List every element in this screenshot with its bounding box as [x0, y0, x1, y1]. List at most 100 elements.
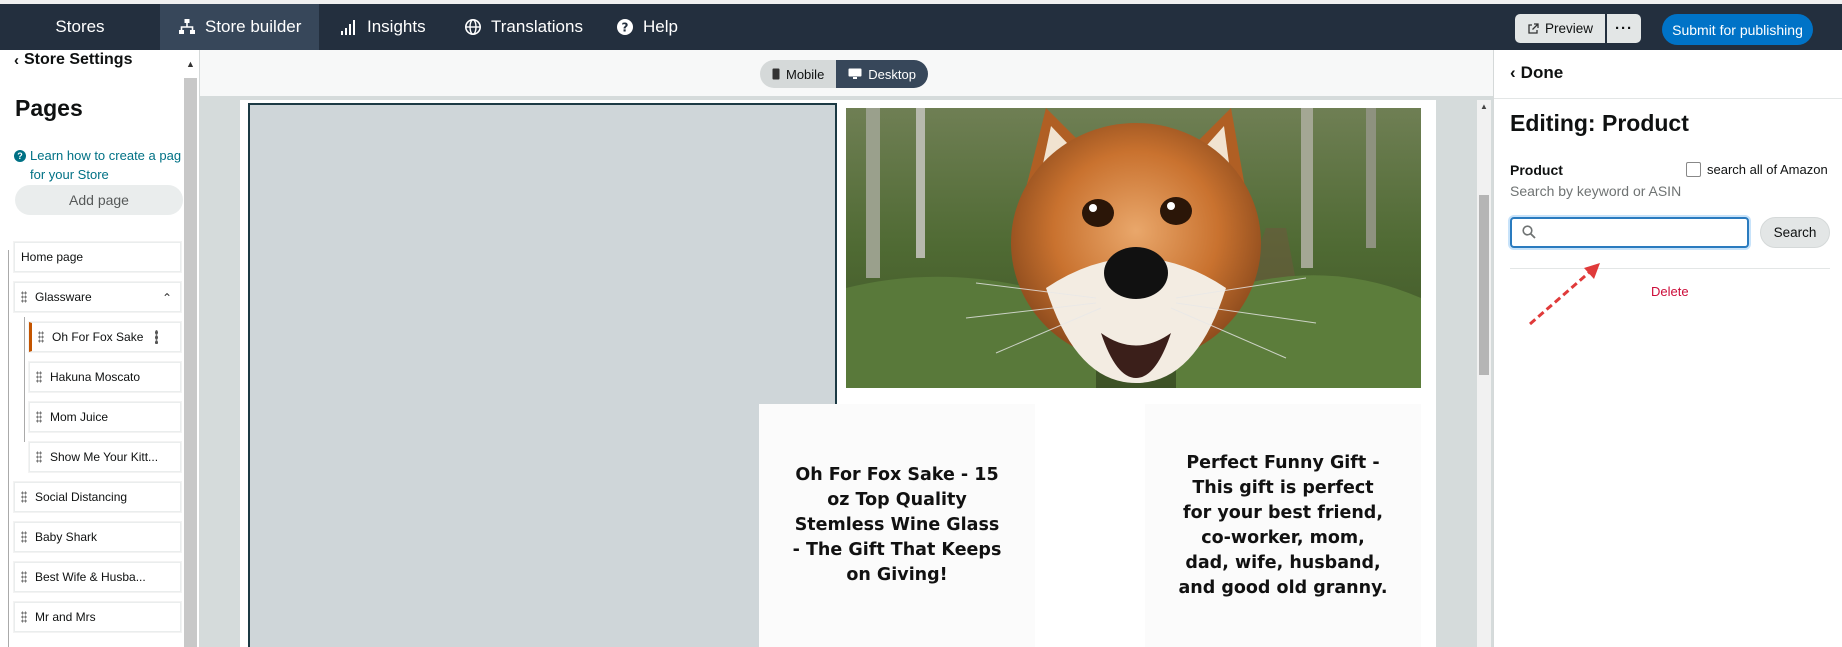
done-label: Done: [1520, 63, 1564, 82]
page-item-mom-juice[interactable]: Mom Juice: [29, 402, 181, 432]
checkbox-icon[interactable]: [1686, 162, 1701, 177]
scroll-up-arrow-icon[interactable]: ▲: [1480, 102, 1488, 111]
learn-link-line-2: for your Store: [30, 167, 109, 182]
scroll-up-arrow-icon[interactable]: ▲: [184, 50, 197, 78]
search-icon: [1522, 225, 1536, 239]
page-item-label: Show Me Your Kitt...: [50, 450, 159, 464]
tile-text: Perfect Funny Gift - This gift is perfec…: [1178, 452, 1388, 598]
product-search-input[interactable]: [1542, 222, 1742, 243]
help-circle-icon: ?: [14, 150, 26, 162]
fox-photo-icon: [846, 108, 1421, 388]
editor-panel: ‹ Done Editing: Product Product search a…: [1493, 50, 1842, 647]
preview-label: Preview: [1544, 21, 1593, 36]
search-all-label: search all of Amazon: [1707, 162, 1828, 177]
page-item-oh-for-fox-sake[interactable]: Oh For Fox Sake: [29, 322, 181, 352]
product-field-label: Product: [1510, 162, 1563, 178]
drag-handle-icon[interactable]: [36, 371, 42, 383]
pages-heading: Pages: [15, 95, 83, 121]
product-search-field[interactable]: [1510, 217, 1749, 248]
tab-translations-label: Translations: [491, 17, 583, 36]
page-item-social-distancing[interactable]: Social Distancing: [14, 482, 181, 512]
page-preview: Oh For Fox Sake - 15 oz Top Quality Stem…: [240, 100, 1436, 647]
globe-icon: [465, 19, 481, 35]
tree-line: [24, 317, 25, 442]
drag-handle-icon[interactable]: [21, 491, 27, 503]
drag-handle-icon[interactable]: [38, 331, 44, 343]
sitemap-icon: [179, 19, 195, 34]
search-button[interactable]: Search: [1760, 217, 1830, 248]
page-item-label: Oh For Fox Sake: [52, 330, 144, 344]
desktop-view-button[interactable]: Desktop: [836, 60, 928, 88]
drag-handle-icon[interactable]: [36, 411, 42, 423]
external-link-icon: [1528, 22, 1539, 34]
page-item-home[interactable]: Home page: [14, 242, 181, 272]
add-page-button[interactable]: Add page: [15, 185, 183, 215]
desktop-label: Desktop: [868, 66, 916, 82]
help-icon: ?: [617, 19, 633, 35]
chevron-left-icon: ‹: [1510, 63, 1516, 82]
tab-store-builder[interactable]: Store builder: [160, 4, 320, 50]
preview-stage: Oh For Fox Sake - 15 oz Top Quality Stem…: [200, 96, 1493, 647]
chevron-up-icon[interactable]: ⌃: [162, 291, 172, 305]
page-item-label: Mr and Mrs: [35, 610, 96, 624]
mobile-label: Mobile: [786, 66, 825, 82]
editing-title: Editing: Product: [1510, 110, 1689, 136]
page-item-show-me-your-kitties[interactable]: Show Me Your Kitt...: [29, 442, 181, 472]
phone-icon: [772, 68, 780, 80]
chevron-left-icon: ‹: [14, 51, 19, 69]
learn-link-line-1: Learn how to create a pag: [30, 148, 182, 163]
selected-product-tile[interactable]: [248, 103, 837, 647]
tab-help[interactable]: ? Help: [598, 4, 696, 50]
search-all-amazon-checkbox[interactable]: search all of Amazon: [1686, 162, 1828, 177]
page-item-label: Best Wife & Husba...: [35, 570, 146, 584]
top-navigation: Stores Store builder Insights Translatio…: [0, 0, 1842, 50]
product-description-tile-2[interactable]: Perfect Funny Gift - This gift is perfec…: [1145, 404, 1421, 647]
tab-help-label: Help: [643, 17, 678, 36]
kebab-menu-icon[interactable]: [155, 330, 158, 344]
sidebar-scrollbar[interactable]: [184, 78, 197, 647]
done-back-link[interactable]: ‹ Done: [1510, 63, 1563, 83]
tab-insights[interactable]: Insights: [322, 4, 444, 50]
scrollbar-thumb[interactable]: [1479, 195, 1489, 375]
pages-sidebar: ‹ Store Settings ▲ Pages ? Learn how to …: [0, 50, 200, 647]
tree-line: [8, 250, 9, 647]
page-item-glassware[interactable]: Glassware ⌃: [14, 282, 181, 312]
drag-handle-icon[interactable]: [36, 451, 42, 463]
canvas-scrollbar[interactable]: ▲: [1477, 100, 1491, 647]
more-options-button[interactable]: ···: [1607, 14, 1641, 43]
drag-handle-icon[interactable]: [21, 571, 27, 583]
annotation-arrow-icon: [1529, 263, 1600, 326]
search-hint: Search by keyword or ASIN: [1510, 183, 1682, 199]
tile-text: Oh For Fox Sake - 15 oz Top Quality Stem…: [792, 465, 1002, 585]
delete-link[interactable]: Delete: [1651, 284, 1689, 299]
page-item-label: Baby Shark: [35, 530, 98, 544]
learn-create-page-link[interactable]: ? Learn how to create a pag for your Sto…: [14, 146, 184, 184]
submit-for-publishing-button[interactable]: Submit for publishing: [1662, 14, 1813, 45]
drag-handle-icon[interactable]: [21, 611, 27, 623]
mobile-view-button[interactable]: Mobile: [760, 60, 837, 88]
divider: [1494, 98, 1842, 99]
preview-button[interactable]: Preview: [1515, 14, 1605, 43]
page-item-label: Glassware: [35, 290, 92, 304]
page-item-label: Hakuna Moscato: [50, 370, 141, 384]
store-settings-label: Store Settings: [24, 51, 133, 68]
svg-text:?: ?: [622, 21, 629, 35]
tab-store-builder-label: Store builder: [205, 17, 302, 36]
tab-insights-label: Insights: [367, 17, 426, 36]
store-canvas: Mobile Desktop Oh For Fox Sake - 15 oz T…: [200, 50, 1493, 647]
drag-handle-icon[interactable]: [21, 531, 27, 543]
device-view-toggle: Mobile Desktop: [760, 60, 928, 88]
drag-handle-icon[interactable]: [21, 291, 27, 303]
store-settings-back-link[interactable]: ‹ Store Settings: [14, 51, 132, 69]
tab-translations[interactable]: Translations: [446, 4, 601, 50]
page-item-best-wife-husband[interactable]: Best Wife & Husba...: [14, 562, 181, 592]
bar-chart-icon: [341, 20, 355, 35]
page-item-baby-shark[interactable]: Baby Shark: [14, 522, 181, 552]
learn-link-text: Learn how to create a pag for your Store: [30, 146, 181, 184]
stores-brand[interactable]: Stores: [0, 4, 160, 50]
page-item-hakuna-moscato[interactable]: Hakuna Moscato: [29, 362, 181, 392]
page-item-label: Mom Juice: [50, 410, 109, 424]
page-item-mr-and-mrs[interactable]: Mr and Mrs: [14, 602, 181, 632]
hero-image-fox[interactable]: [846, 108, 1421, 388]
product-description-tile-1[interactable]: Oh For Fox Sake - 15 oz Top Quality Stem…: [759, 404, 1035, 647]
